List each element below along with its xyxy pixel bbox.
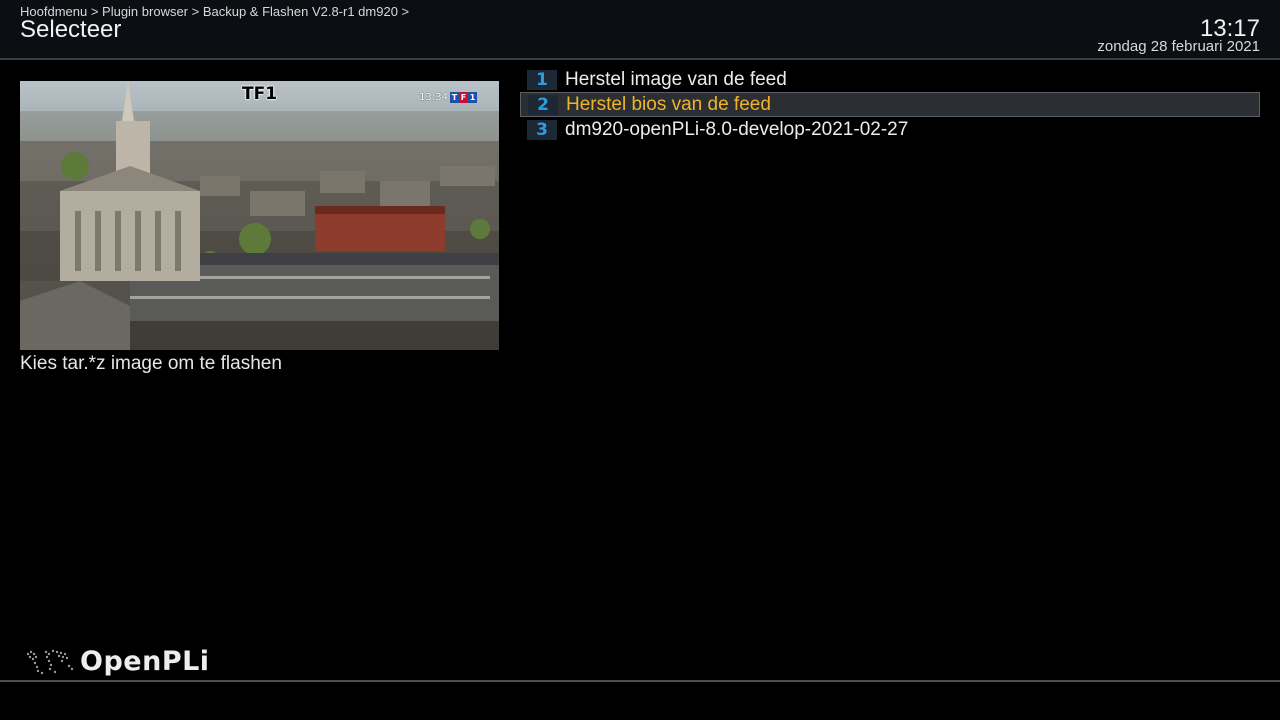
header-divider <box>0 58 1280 60</box>
item-label: dm920-openPLi-8.0-develop-2021-02-27 <box>565 118 909 140</box>
footer-divider <box>0 680 1280 682</box>
selection-list[interactable]: 1 Herstel image van de feed 2 Herstel bi… <box>520 67 1260 142</box>
channel-corner-overlay: 13:34 T F 1 <box>419 92 477 103</box>
item-number: 2 <box>528 94 558 115</box>
world-map-icon <box>26 649 74 675</box>
item-label: Herstel bios van de feed <box>566 93 771 115</box>
item-label: Herstel image van de feed <box>565 68 787 90</box>
badge-letter-t: T <box>450 92 459 103</box>
brand-name: OpenPLi <box>80 645 210 677</box>
preview-scene <box>20 81 499 350</box>
badge-letter-1: 1 <box>468 92 477 103</box>
page-title: Selecteer <box>20 16 122 43</box>
list-item-3[interactable]: 3 dm920-openPLi-8.0-develop-2021-02-27 <box>520 117 1260 142</box>
channel-logo: TF1 <box>242 84 278 104</box>
list-item-2[interactable]: 2 Herstel bios van de feed <box>520 92 1260 117</box>
tf1-badge: T F 1 <box>450 92 477 103</box>
date: zondag 28 februari 2021 <box>1097 38 1260 55</box>
corner-time: 13:34 <box>419 92 448 103</box>
item-number: 3 <box>527 119 557 140</box>
description-text: Kies tar.*z image om te flashen <box>20 353 282 374</box>
title-bar: Hoofdmenu > Plugin browser > Backup & Fl… <box>0 0 1280 58</box>
tv-preview: TF1 13:34 T F 1 <box>20 81 499 350</box>
badge-letter-f: F <box>459 92 468 103</box>
brand-logo: OpenPLi <box>22 644 210 678</box>
item-number: 1 <box>527 69 557 90</box>
list-item-1[interactable]: 1 Herstel image van de feed <box>520 67 1260 92</box>
